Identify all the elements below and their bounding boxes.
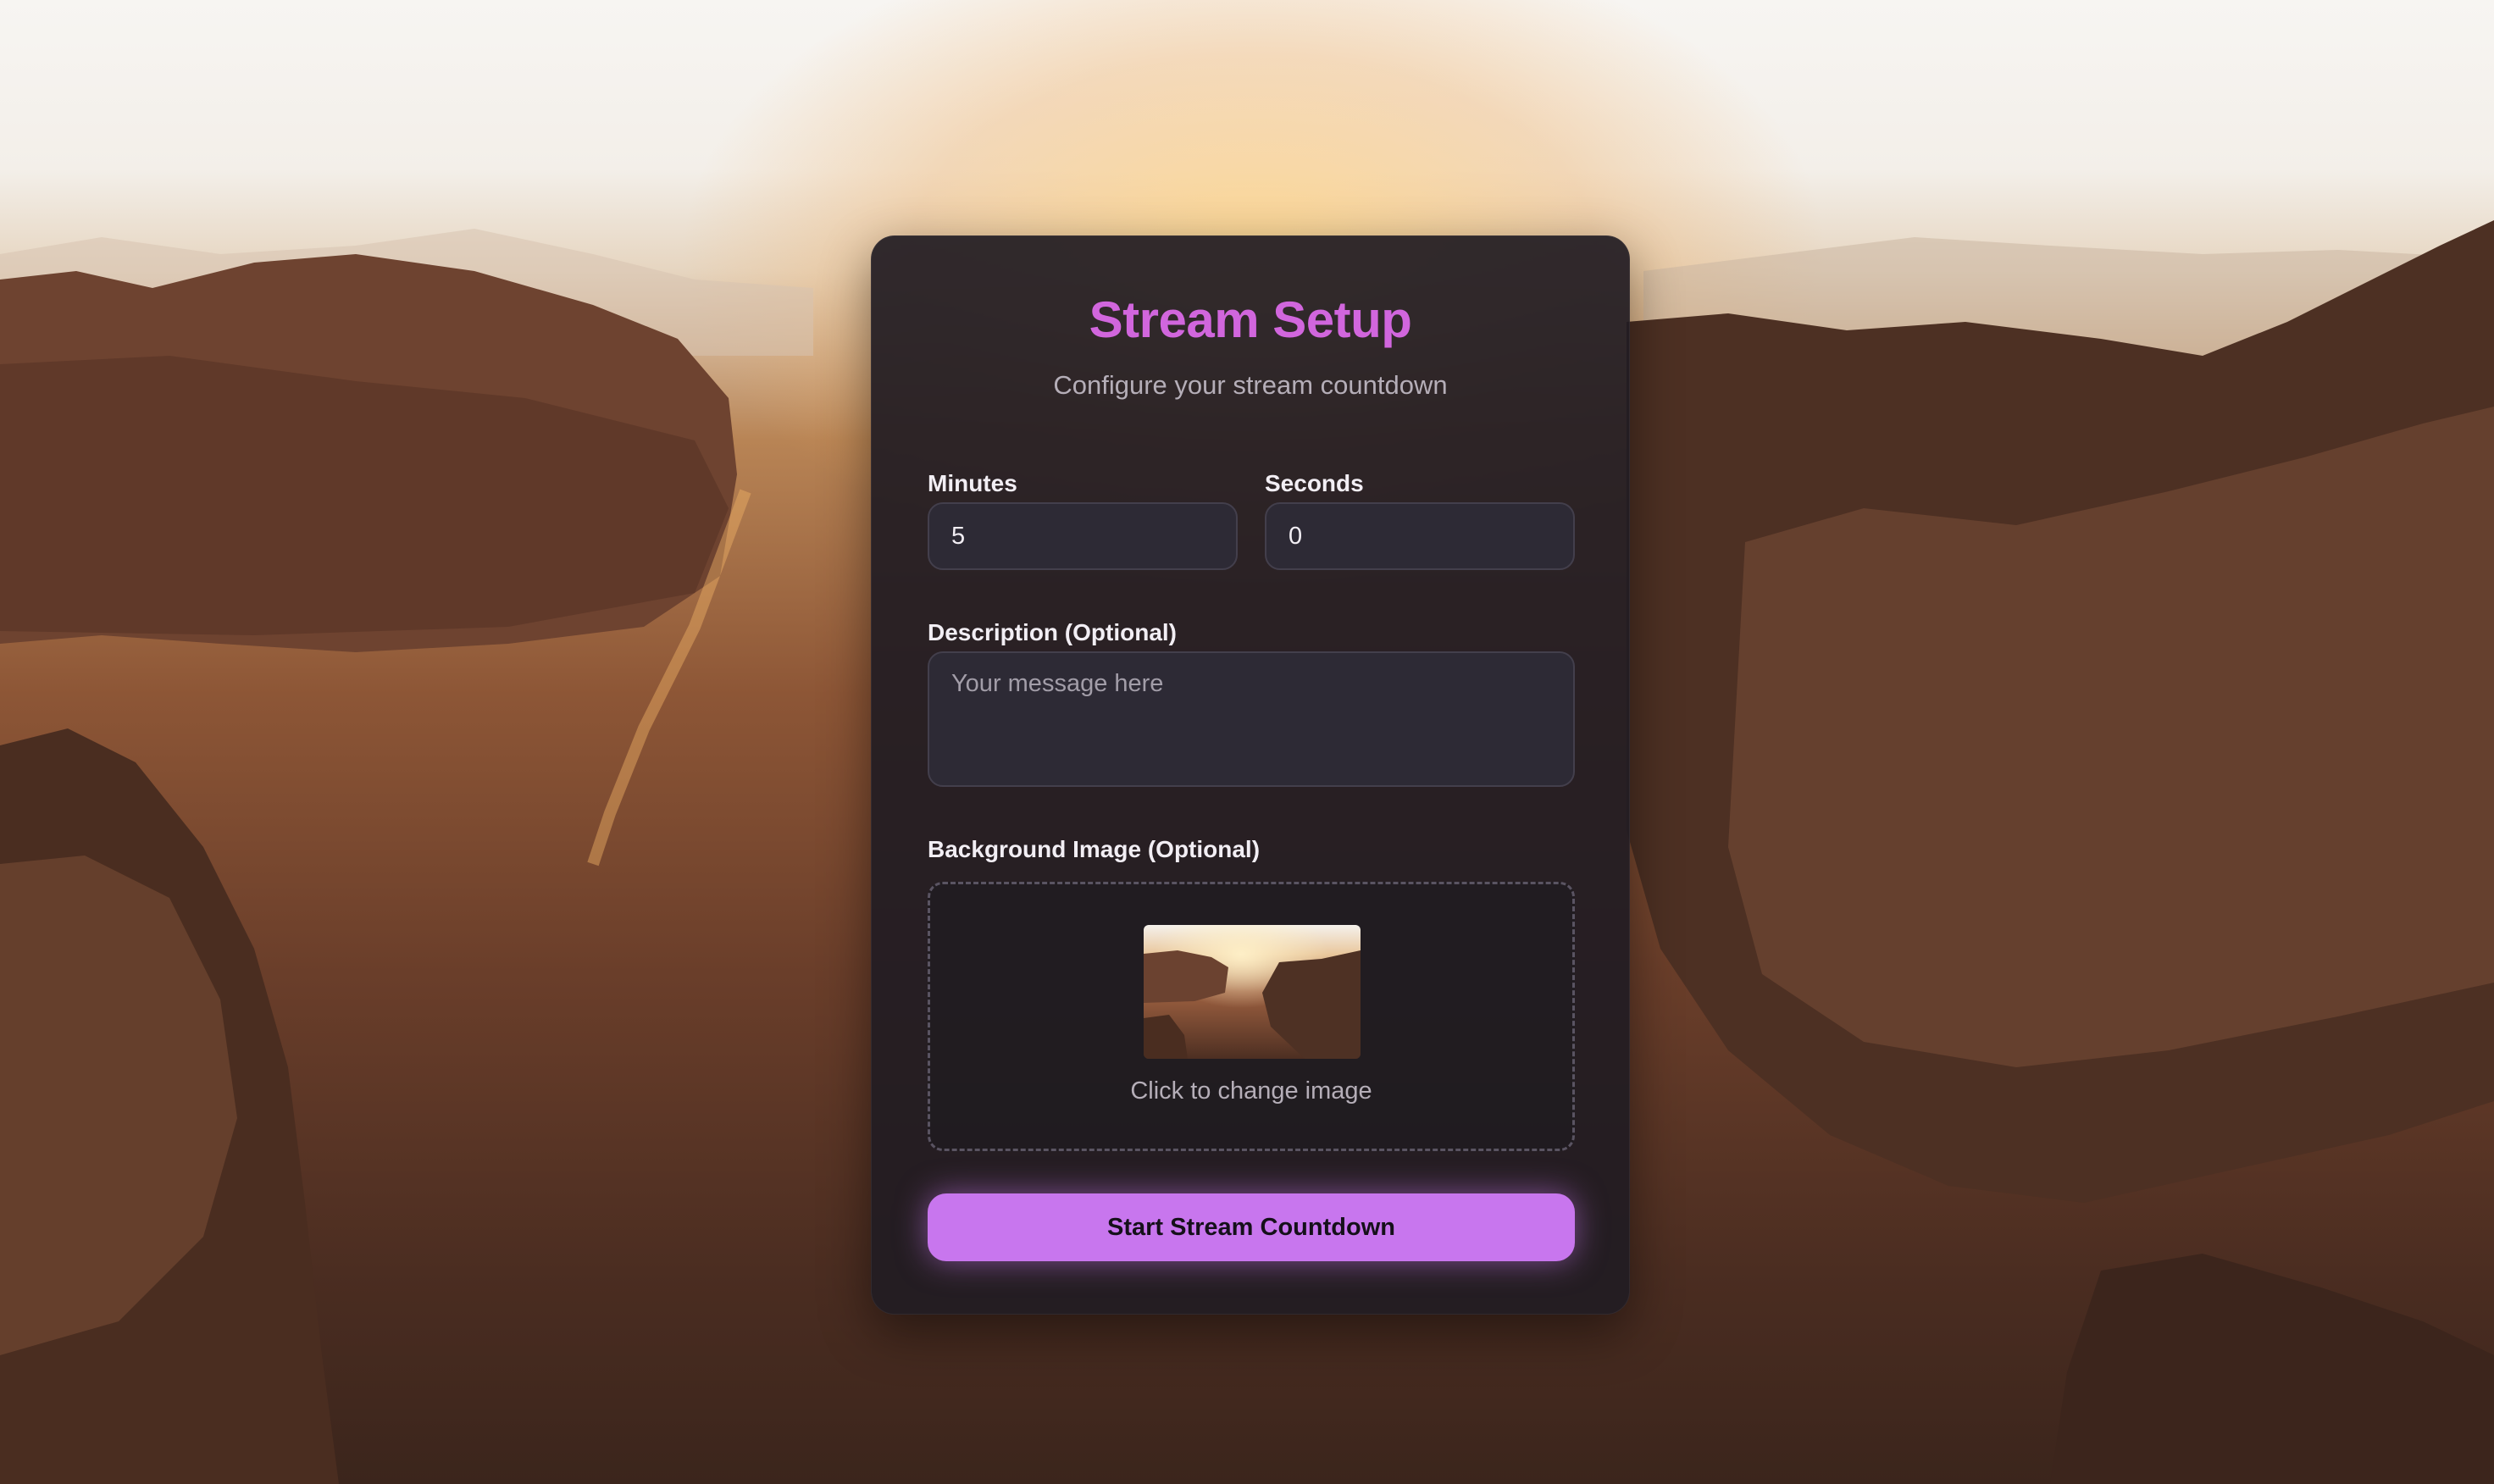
image-dropzone[interactable]: Click to change image [928, 882, 1575, 1151]
page-subtitle: Configure your stream countdown [1053, 370, 1448, 400]
image-dropzone-hint: Click to change image [1130, 1077, 1372, 1105]
description-label: Description (Optional) [928, 619, 1177, 645]
seconds-input[interactable]: 0 [1265, 502, 1575, 570]
page-title: Stream Setup [1089, 291, 1412, 348]
background-image-label: Background Image (Optional) [928, 836, 1261, 862]
minutes-label: Minutes [928, 470, 1017, 496]
seconds-label: Seconds [1265, 470, 1364, 496]
stream-setup-card: Stream Setup Configure your stream count… [871, 235, 1630, 1315]
start-stream-countdown-button[interactable]: Start Stream Countdown [928, 1193, 1575, 1261]
minutes-input[interactable]: 5 [928, 502, 1238, 570]
background-image-thumbnail[interactable] [1144, 925, 1361, 1059]
description-textarea[interactable]: Your message here [928, 651, 1575, 787]
